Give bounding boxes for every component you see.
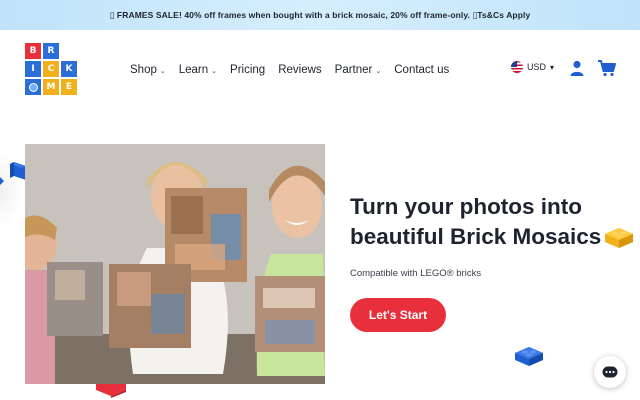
us-flag-icon	[511, 61, 523, 73]
blue-brick-decoration	[10, 160, 26, 187]
caret-down-icon: ▾	[550, 62, 555, 72]
cart-icon[interactable]	[597, 59, 617, 77]
nav-contact[interactable]: Contact us	[394, 64, 449, 76]
nav-reviews-label: Reviews	[278, 64, 322, 76]
nav-shop-label: Shop	[130, 64, 157, 76]
main-nav: Shop ⌄ Learn ⌄ Pricing Reviews Partner ⌄…	[130, 30, 449, 110]
logo-letter-r: R	[43, 43, 59, 59]
chevron-down-icon: ⌄	[159, 68, 166, 75]
chevron-down-icon: ⌄	[375, 68, 382, 75]
nav-learn[interactable]: Learn ⌄	[179, 64, 217, 76]
currency-code: USD	[527, 62, 547, 72]
nav-pricing-label: Pricing	[230, 64, 266, 76]
hero-title-line-2: beautiful Brick Mosaics	[350, 222, 635, 252]
lets-start-button[interactable]: Let's Start	[350, 298, 446, 332]
announcement-text: ▯ FRAMES SALE! 40% off frames when bough…	[109, 9, 531, 20]
nav-partner[interactable]: Partner ⌄	[335, 64, 382, 76]
site-header: BRICKME Shop ⌄ Learn ⌄ Pricing Reviews P…	[0, 30, 640, 110]
account-icon[interactable]	[568, 59, 586, 77]
red-brick-decoration	[96, 384, 126, 400]
nav-contact-label: Contact us	[394, 64, 450, 76]
lets-start-label: Let's Start	[368, 308, 428, 322]
currency-selector[interactable]: USD ▾	[511, 61, 554, 73]
hero-title-line-2-text: beautiful Brick Mosaics	[350, 224, 602, 249]
side-tab[interactable]	[0, 172, 4, 190]
logo-letter-k: K	[61, 61, 77, 77]
logo-letter-m: M	[43, 79, 59, 95]
hero-subtitle: Compatible with LEGO® bricks	[350, 268, 482, 279]
hero-photo	[25, 144, 325, 384]
nav-shop[interactable]: Shop ⌄	[130, 64, 166, 76]
logo-block	[61, 43, 77, 59]
logo-letter-i: I	[25, 61, 41, 77]
nav-partner-label: Partner	[334, 64, 373, 76]
hero-heading: Turn your photos into beautiful Brick Mo…	[350, 192, 635, 252]
brickme-logo[interactable]: BRICKME	[25, 43, 77, 95]
hero-title-line-1: Turn your photos into	[350, 194, 583, 219]
nav-pricing[interactable]: Pricing	[230, 64, 265, 76]
yellow-brick-icon	[603, 226, 635, 255]
announcement-bar[interactable]: ▯ FRAMES SALE! 40% off frames when bough…	[0, 0, 640, 30]
logo-letter-c: C	[43, 61, 59, 77]
nav-reviews[interactable]: Reviews	[278, 64, 321, 76]
logo-letter-e: E	[61, 79, 77, 95]
logo-letter-b: B	[25, 43, 41, 59]
logo-block	[25, 79, 41, 95]
chevron-down-icon: ⌄	[211, 68, 218, 75]
chat-icon[interactable]	[594, 356, 626, 388]
blue-brick-decoration	[513, 344, 545, 373]
nav-learn-label: Learn	[178, 64, 209, 76]
